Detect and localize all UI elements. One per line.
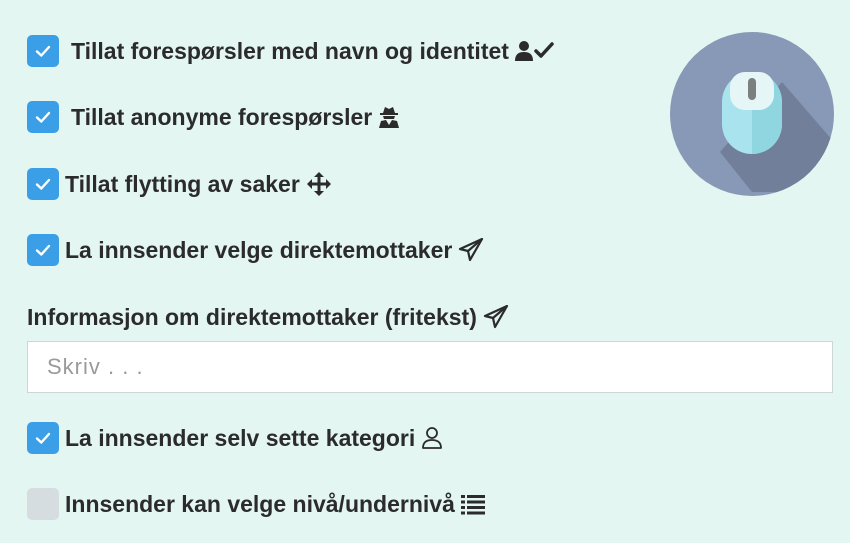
checkmark-icon [35,178,51,190]
mouse-icon [670,32,834,196]
checkbox-move-cases[interactable] [27,168,59,200]
checkmark-icon [35,45,51,57]
user-secret-icon [378,106,400,128]
arrows-move-icon [306,171,332,197]
checkmark-icon [35,244,51,256]
section-label: Informasjon om direktemottaker (fritekst… [27,303,477,330]
user-check-icon [514,40,555,62]
option-label: Tillat flytting av saker [65,170,300,197]
list-icon [460,493,485,515]
option-label: Innsender kan velge nivå/undernivå [65,490,455,517]
option-label: La innsender selv sette kategori [65,424,416,451]
option-move-cases[interactable]: Tillat flytting av saker [27,167,332,201]
checkbox-named-requests[interactable] [27,35,59,67]
option-set-category[interactable]: La innsender selv sette kategori [27,421,443,455]
checkbox-direct-recipient[interactable] [27,234,59,266]
checkmark-icon [35,432,51,444]
option-label: Tillat anonyme forespørsler [71,103,373,130]
user-outline-icon [421,426,443,450]
option-label: La innsender velge direktemottaker [65,236,453,263]
option-direct-recipient[interactable]: La innsender velge direktemottaker [27,233,484,267]
checkbox-set-category[interactable] [27,422,59,454]
option-anonymous-requests[interactable]: Tillat anonyme forespørsler [27,100,400,134]
paper-plane-icon [483,305,509,329]
option-select-level[interactable]: Innsender kan velge nivå/undernivå [27,487,485,521]
direct-recipient-info-input[interactable] [27,341,833,393]
checkmark-icon [35,111,51,123]
paper-plane-icon [458,238,484,262]
checkbox-select-level[interactable] [27,488,59,520]
direct-recipient-info-title: Informasjon om direktemottaker (fritekst… [27,300,509,334]
option-named-requests[interactable]: Tillat forespørsler med navn og identite… [27,34,555,68]
option-label: Tillat forespørsler med navn og identite… [71,37,509,64]
checkbox-anonymous-requests[interactable] [27,101,59,133]
